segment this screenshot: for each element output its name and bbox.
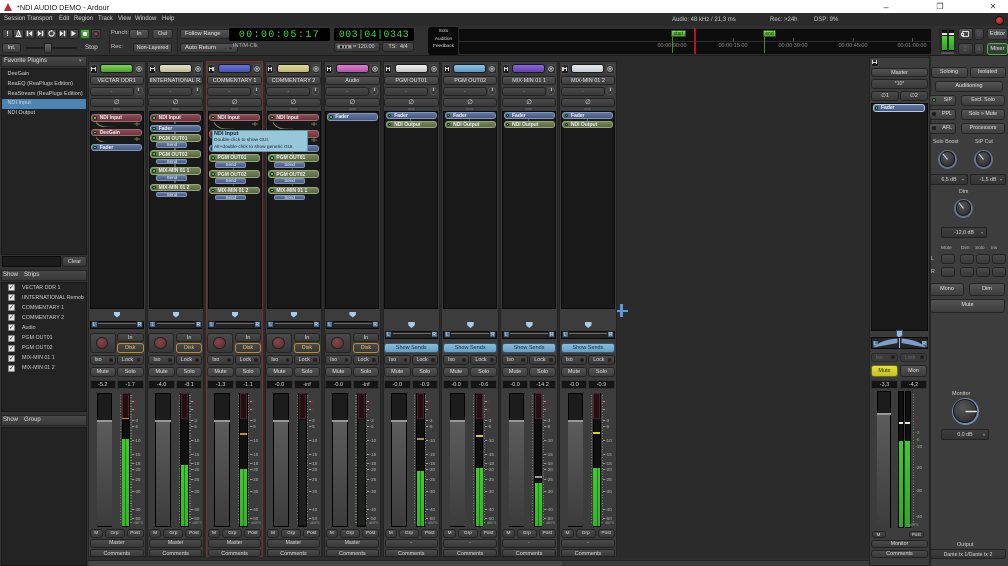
svg-text:!: ! <box>6 30 9 37</box>
